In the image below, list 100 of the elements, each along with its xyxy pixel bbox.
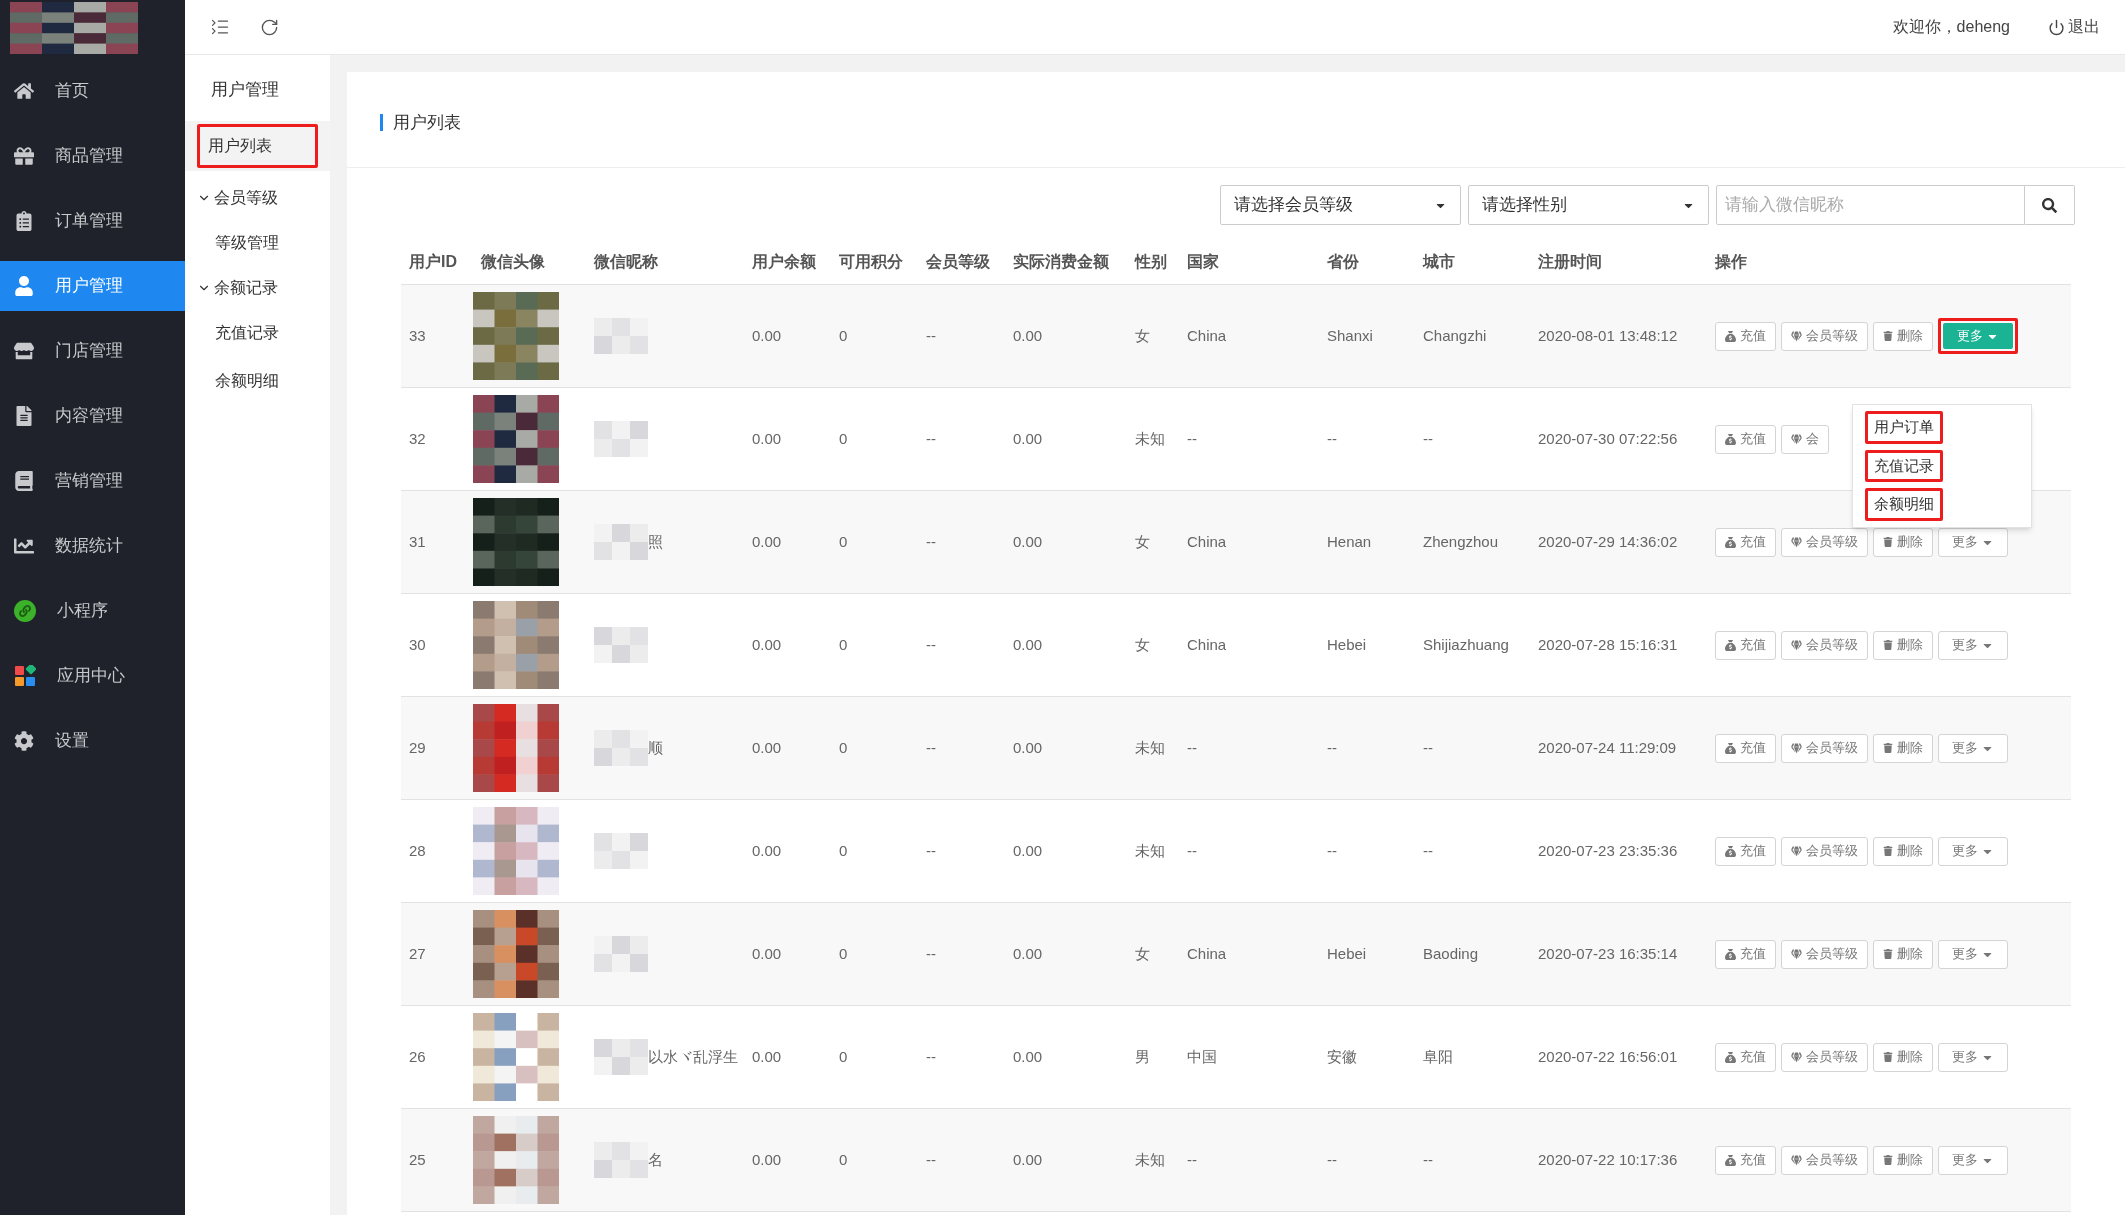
money-bag-icon [1725,639,1736,651]
trash-icon [1883,1052,1893,1062]
action-button[interactable]: 充值 [1715,939,1776,969]
action-button[interactable]: 删除 [1873,733,1933,763]
action-button[interactable]: 会员等级 [1781,1145,1868,1175]
table-cell-text: 0.00 [1012,531,1044,552]
action-button[interactable]: 删除 [1873,836,1933,866]
sub-nav-item[interactable]: 用户列表 [197,123,318,168]
menu-item[interactable]: 充值记录 [1865,449,1943,482]
action-button[interactable]: 删除 [1873,630,1933,660]
gem-icon [1791,1051,1802,1063]
column-header: 可用积分 [838,251,904,272]
sidebar-item[interactable]: 内容管理 [0,391,185,441]
action-button[interactable]: 充值 [1715,1145,1776,1175]
gem-icon [1791,536,1802,548]
sidebar-item[interactable]: 用户管理 [0,261,185,311]
table-cell-text: -- [925,531,937,552]
refresh-icon[interactable] [260,17,279,37]
action-button[interactable]: 充值 [1715,424,1776,454]
table-cell-text: -- [1422,840,1434,861]
redaction-mosaic [594,524,648,560]
table-cell-text: 0 [838,325,849,346]
sub-nav-group[interactable]: 余额记录 [185,266,330,309]
sidebar-item[interactable]: 应用中心 [0,651,185,701]
more-button[interactable]: 更多 [1938,939,2008,969]
redaction-mosaic [594,1142,648,1178]
search-field[interactable]: 请输入微信昵称 [1716,185,2025,225]
sidebar-item[interactable]: 营销管理 [0,456,185,506]
select-field[interactable]: 请选择会员等级 [1220,185,1461,225]
action-button[interactable]: 会员等级 [1781,1042,1868,1072]
action-button[interactable]: 删除 [1873,1042,1933,1072]
action-button[interactable]: 删除 [1873,1145,1933,1175]
table-cell-text: 0.00 [1012,1046,1044,1067]
sidebar-item[interactable]: 订单管理 [0,196,185,246]
action-button[interactable]: 会 [1781,424,1829,454]
action-button[interactable]: 删除 [1873,527,1933,557]
sidebar-item[interactable]: 设置 [0,716,185,766]
trash-icon [1883,846,1893,856]
action-button[interactable]: 会员等级 [1781,836,1868,866]
table-cell-text: Shanxi [1326,325,1374,346]
sidebar-item[interactable]: 门店管理 [0,326,185,376]
more-button[interactable]: 更多 [1938,1042,2008,1072]
action-button[interactable]: 会员等级 [1781,321,1868,351]
action-button[interactable]: 会员等级 [1781,527,1868,557]
sub-nav-item[interactable]: 充值记录 [185,308,330,357]
sidebar-item[interactable]: 首页 [0,66,185,116]
more-button[interactable]: 更多 [1938,733,2008,763]
more-button[interactable]: 更多 [1938,836,2008,866]
sidebar-item[interactable]: 商品管理 [0,131,185,181]
greeting-text: 欢迎你，deheng [1892,17,2010,37]
table-cell-text: 0.00 [1012,840,1044,861]
action-button[interactable]: 充值 [1715,1042,1776,1072]
action-button[interactable]: 会员等级 [1781,733,1868,763]
more-button[interactable]: 更多 [1943,323,2013,349]
redaction-mosaic [594,421,648,457]
menu-fold-icon[interactable] [210,17,230,37]
trash-icon [1883,1155,1893,1165]
action-button[interactable]: 删除 [1873,939,1933,969]
select-field[interactable]: 请选择性别 [1468,185,1709,225]
table-cell-text: 33 [408,325,427,346]
sub-nav-item[interactable]: 余额明细 [185,356,330,405]
menu-item[interactable]: 用户订单 [1865,411,1943,444]
menu-item[interactable]: 余额明细 [1865,488,1943,521]
table-cell-text: 25 [408,1149,427,1170]
table-cell-text: Henan [1326,531,1373,552]
table-cell-text: 女 [1134,531,1151,552]
gem-icon [1791,639,1802,651]
table-cell-text: Shijiazhuang [1422,634,1510,655]
action-button[interactable]: 会员等级 [1781,939,1868,969]
action-button[interactable]: 会员等级 [1781,630,1868,660]
more-button[interactable]: 更多 [1938,1145,2008,1175]
more-button[interactable]: 更多 [1938,630,2008,660]
table-cell-text: 2020-08-01 13:48:12 [1537,325,1679,346]
action-button[interactable]: 删除 [1873,321,1933,351]
table-cell-text: -- [1186,737,1198,758]
table-cell-text: -- [925,634,937,655]
clipboard-icon [14,211,34,231]
money-bag-icon [1725,1154,1736,1166]
action-button[interactable]: 充值 [1715,733,1776,763]
table-cell-text: -- [925,943,937,964]
table-cell-text: 女 [1134,634,1151,655]
search-button[interactable] [2025,185,2075,225]
sidebar-item[interactable]: 小程序 [0,586,185,636]
action-button[interactable]: 充值 [1715,527,1776,557]
action-button[interactable]: 充值 [1715,630,1776,660]
action-button[interactable]: 充值 [1715,321,1776,351]
table-cell-text: 安徽 [1326,1046,1358,1067]
sub-nav-item[interactable]: 等级管理 [185,218,330,267]
table-cell-text: 0.00 [1012,943,1044,964]
table-cell-text: 未知 [1134,428,1166,449]
sub-nav-group[interactable]: 会员等级 [185,176,330,219]
more-button[interactable]: 更多 [1938,527,2008,557]
logout-button[interactable]: 退出 [2048,15,2100,39]
table-cell-text: 0 [838,943,849,964]
column-header: 会员等级 [925,251,991,272]
action-button[interactable]: 充值 [1715,836,1776,866]
table-cell-text: 27 [408,943,427,964]
table-cell-text: Changzhi [1422,325,1488,346]
sidebar-item[interactable]: 数据统计 [0,521,185,571]
table-cell-text: China [1186,634,1228,655]
